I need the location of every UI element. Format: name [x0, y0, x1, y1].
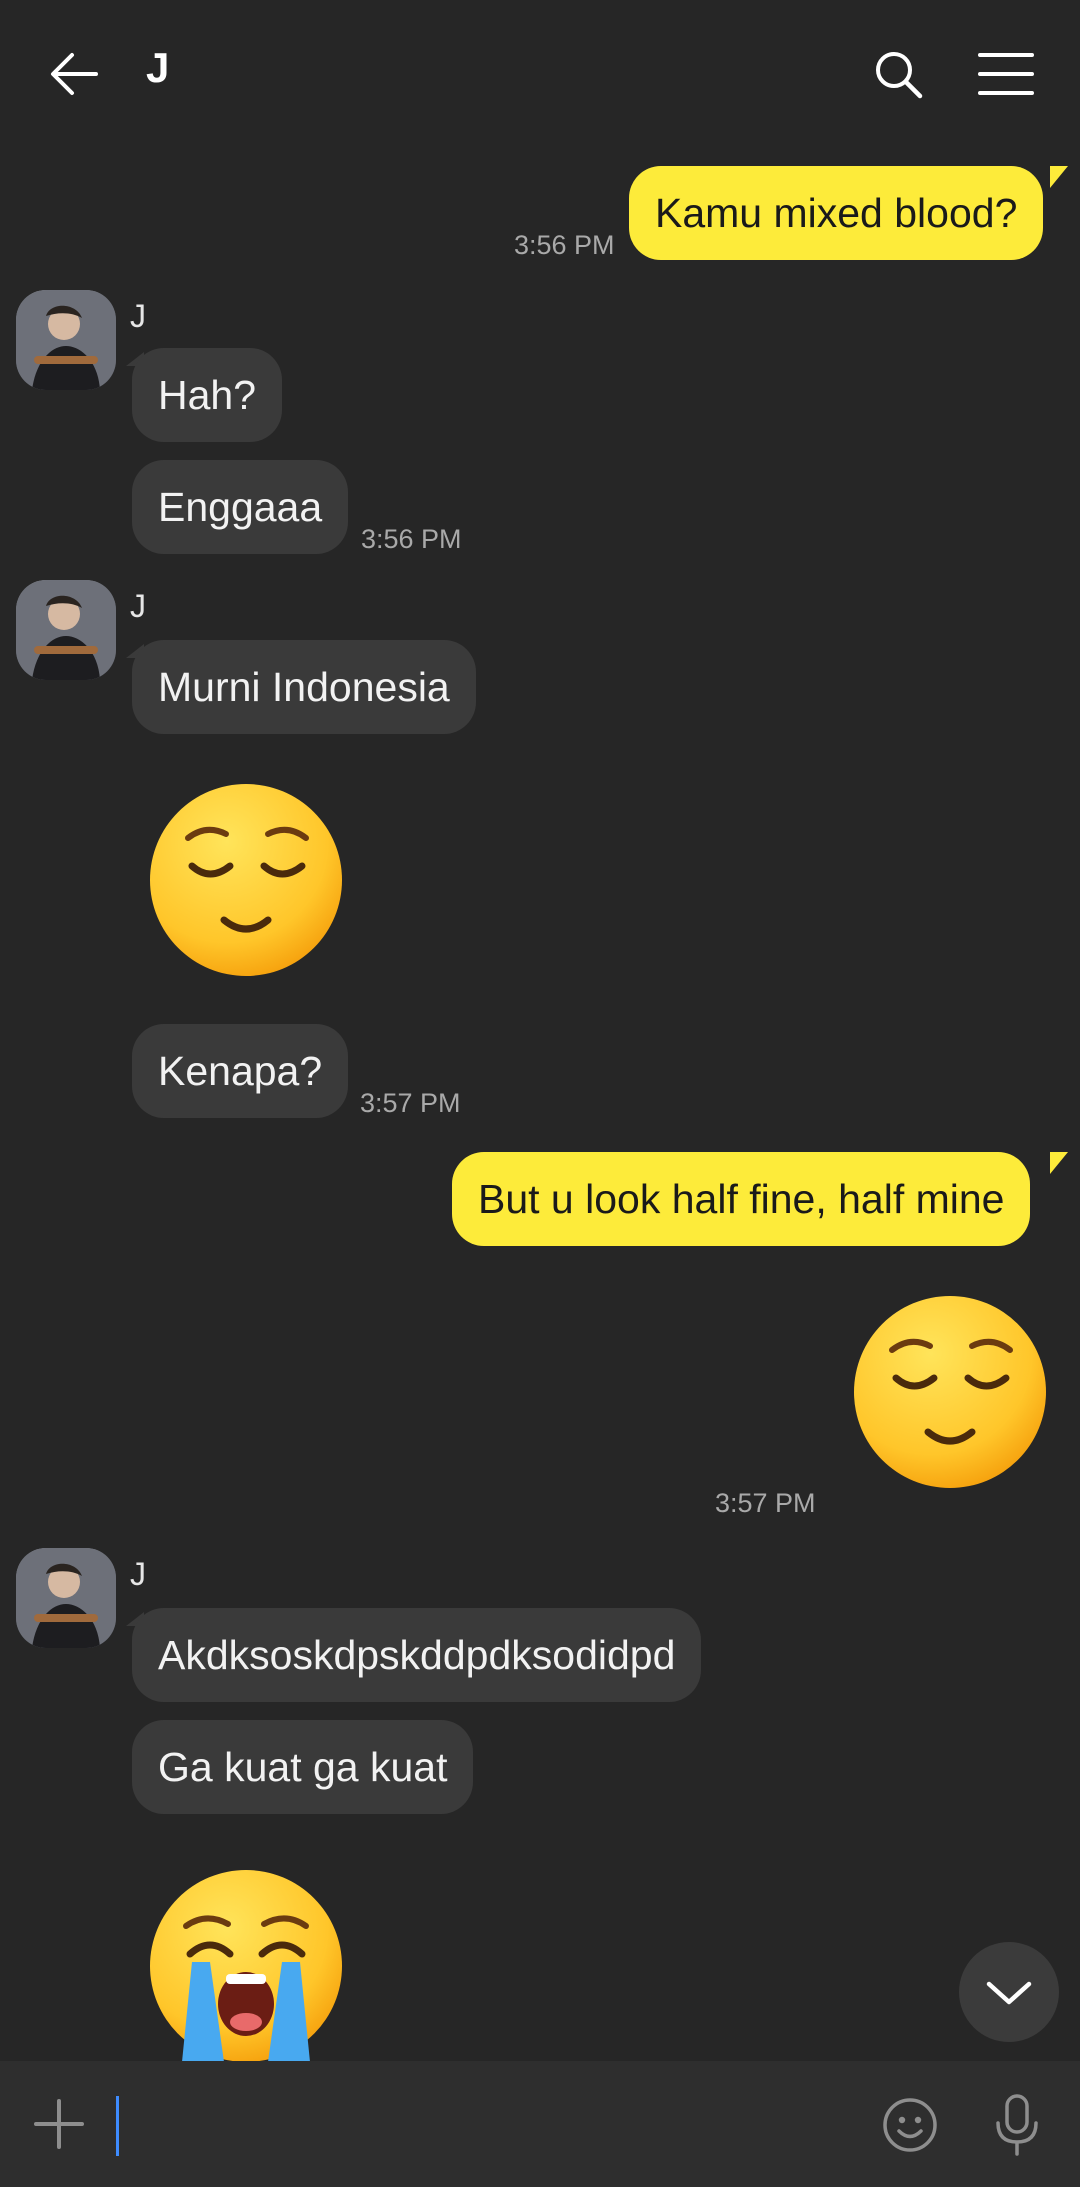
menu-icon[interactable]: [978, 52, 1034, 96]
sender-name: J: [130, 588, 146, 624]
sender-name: J: [130, 1556, 146, 1592]
outgoing-message-bubble[interactable]: Kamu mixed blood?: [629, 166, 1044, 260]
message-time: 3:57 PM: [715, 1488, 816, 1518]
avatar[interactable]: [16, 290, 116, 390]
incoming-message-bubble[interactable]: Kenapa?: [132, 1024, 349, 1118]
message-time: 3:56 PM: [361, 524, 462, 554]
chat-header: J: [0, 0, 1080, 145]
avatar[interactable]: [16, 580, 116, 680]
incoming-message-bubble[interactable]: Ga kuat ga kuat: [132, 1720, 474, 1814]
outgoing-message-bubble[interactable]: But u look half fine, half mine: [452, 1152, 1031, 1246]
scroll-to-bottom-button[interactable]: [959, 1942, 1059, 2042]
sender-name: J: [130, 298, 146, 334]
incoming-message-bubble[interactable]: Murni Indonesia: [132, 640, 476, 734]
plus-icon[interactable]: [34, 2099, 84, 2149]
bubble-tail: [1050, 166, 1068, 188]
emoji-icon[interactable]: [882, 2097, 938, 2153]
incoming-message-bubble[interactable]: Akdksoskdpskddpdksodidpd: [132, 1608, 702, 1702]
relieved-face-emoji[interactable]: [146, 780, 346, 980]
chevron-down-icon: [986, 1981, 1032, 2005]
chat-title: J: [146, 44, 170, 91]
microphone-icon[interactable]: [992, 2093, 1042, 2157]
message-time: 3:57 PM: [360, 1088, 461, 1118]
search-icon[interactable]: [874, 50, 924, 100]
message-composer: [0, 2061, 1080, 2187]
avatar[interactable]: [16, 1548, 116, 1648]
relieved-face-emoji[interactable]: [850, 1292, 1050, 1492]
back-arrow-icon[interactable]: [48, 48, 100, 100]
message-input[interactable]: [110, 2091, 854, 2159]
incoming-message-bubble[interactable]: Hah?: [132, 348, 283, 442]
message-time: 3:56 PM: [514, 230, 615, 260]
incoming-message-bubble[interactable]: Enggaaa: [132, 460, 349, 554]
loudly-crying-face-emoji[interactable]: [146, 1862, 346, 2062]
text-cursor: [116, 2096, 119, 2156]
bubble-tail: [1050, 1152, 1068, 1174]
